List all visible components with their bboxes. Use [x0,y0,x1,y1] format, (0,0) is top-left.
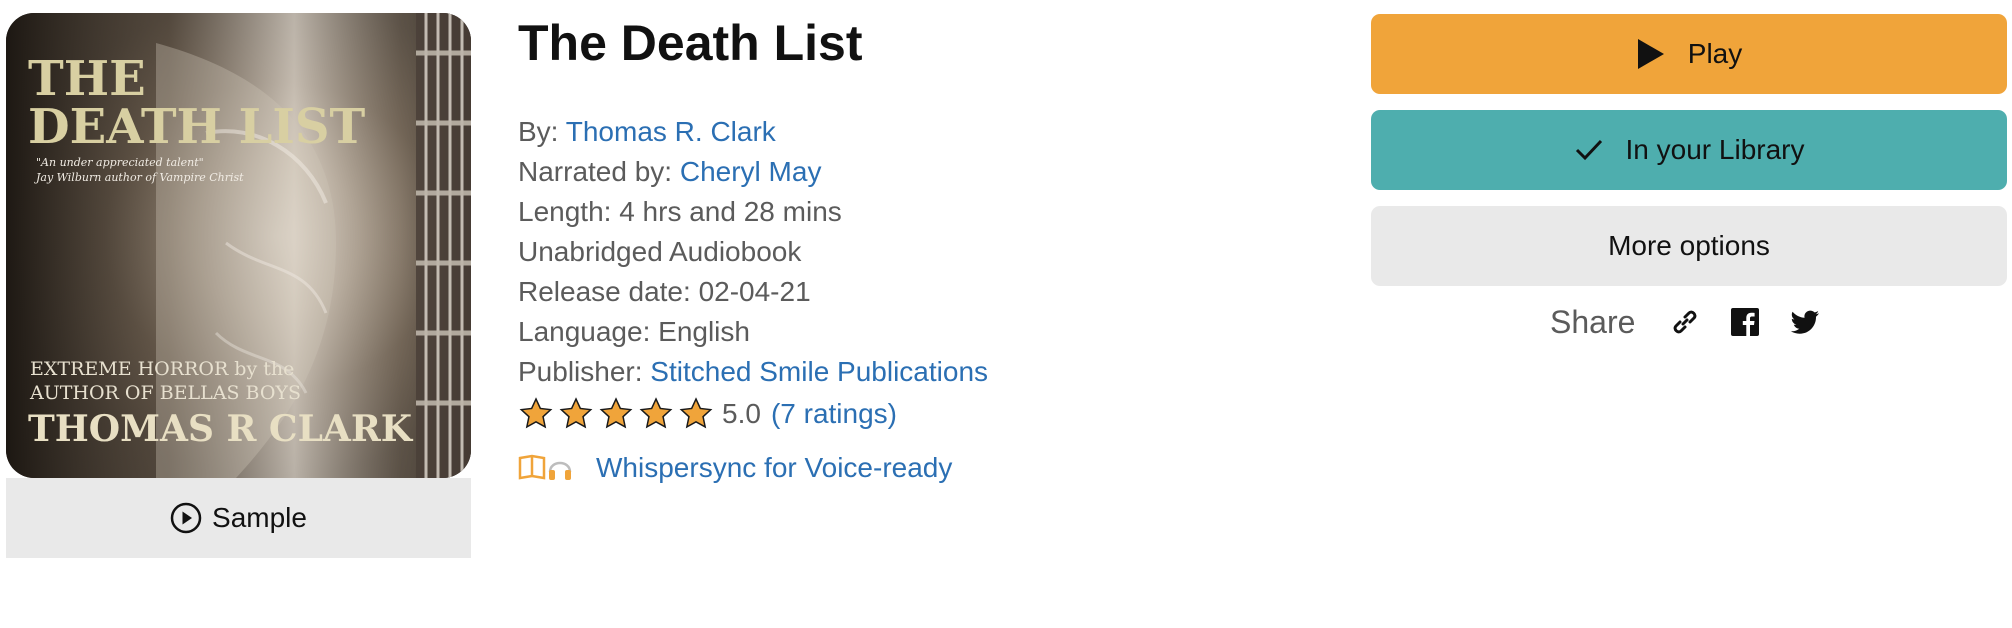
publisher-link[interactable]: Stitched Smile Publications [650,356,988,387]
link-icon[interactable] [1669,306,1701,338]
play-circle-icon [170,502,202,534]
star-icon [679,397,713,429]
author-label: By: [518,116,559,147]
check-icon [1575,139,1602,161]
cover-author: THOMAS R CLARK [28,408,414,450]
play-button[interactable]: Play [1371,14,2007,94]
narrator-label: Narrated by: [518,156,673,187]
book-title: The Death List [518,15,863,71]
star-icon [599,397,633,429]
sample-button[interactable]: Sample [6,478,471,558]
share-label: Share [1550,303,1636,340]
cover-art: THE DEATH LIST "An under appreciated tal… [6,13,471,478]
length-text: Length: 4 hrs and 28 mins [518,196,842,227]
in-library-button[interactable]: In your Library [1371,110,2007,190]
release-date-text: Release date: 02-04-21 [518,276,811,307]
play-label: Play [1687,38,1743,69]
rating: 5.0 (7 ratings) [518,394,897,434]
format-text: Unabridged Audiobook [518,236,802,267]
narrator-row: Narrated by: Cheryl May [518,152,988,192]
language-text: Language: English [518,316,750,347]
book-cover: THE DEATH LIST "An under appreciated tal… [6,13,471,478]
book-headphones-icon [518,454,572,480]
star-icon [519,397,553,429]
whispersync-link[interactable]: Whispersync for Voice-ready [596,452,952,484]
cover-blurb-line1: "An under appreciated talent" [36,156,204,169]
rating-score: 5.0 [722,398,761,429]
facebook-icon[interactable] [1729,306,1761,338]
author-row: By: Thomas R. Clark [518,112,988,152]
sample-label: Sample [212,502,307,533]
more-options-button[interactable]: More options [1371,206,2007,286]
cover-blurb-line2: Jay Wilburn author of Vampire Christ [34,171,244,184]
narrator-link[interactable]: Cheryl May [680,156,822,187]
publisher-row: Publisher: Stitched Smile Publications [518,352,988,392]
ratings-count-link[interactable]: (7 ratings) [771,398,897,430]
whispersync: Whispersync for Voice-ready [518,448,952,488]
library-label: In your Library [1625,134,1805,165]
author-link[interactable]: Thomas R. Clark [566,116,776,147]
star-icon [639,397,673,429]
twitter-icon[interactable] [1789,306,1821,338]
cover-title-line2: DEATH LIST [28,99,365,155]
more-options-label: More options [1608,230,1770,261]
cover-tagline-line1: EXTREME HORROR by the [30,358,294,380]
play-icon [1637,39,1664,69]
publisher-label: Publisher: [518,356,643,387]
book-meta: By: Thomas R. Clark Narrated by: Cheryl … [518,112,988,392]
share-bar: Share [1550,300,1821,344]
star-icon [559,397,593,429]
cover-tagline-line2: AUTHOR OF BELLAS BOYS [29,382,301,404]
